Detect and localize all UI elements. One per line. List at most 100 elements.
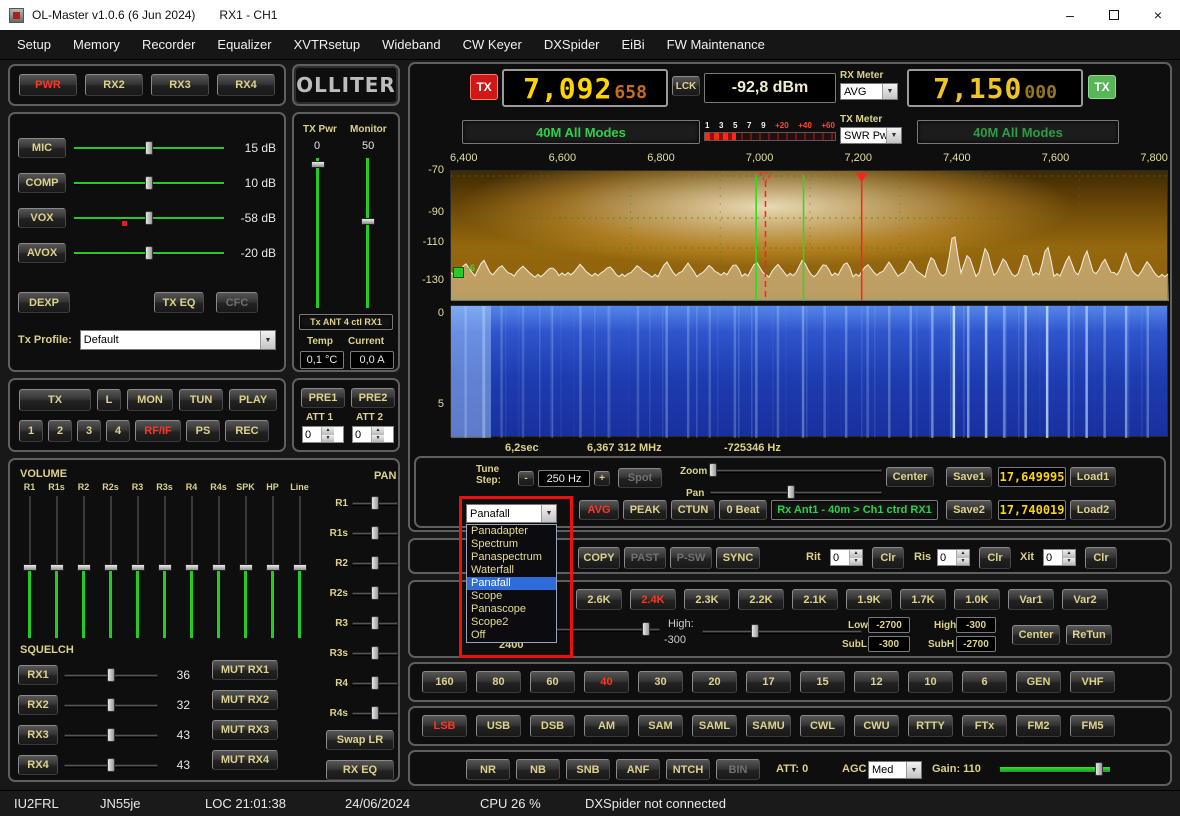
- filter-width-button[interactable]: Var1: [1008, 589, 1054, 610]
- tx-profile-combo[interactable]: Default: [80, 330, 276, 350]
- filter-width-button[interactable]: Var2: [1062, 589, 1108, 610]
- save1-button[interactable]: Save1: [946, 467, 992, 487]
- dsp-button[interactable]: NB: [516, 759, 560, 780]
- pan-slider[interactable]: [352, 586, 398, 600]
- filter-width-button[interactable]: 2.6K: [576, 589, 622, 610]
- mode-button[interactable]: CWU: [854, 715, 899, 737]
- squelch-slider[interactable]: [64, 698, 158, 712]
- slider-thumb[interactable]: [77, 564, 91, 571]
- preamp-button[interactable]: PRE1: [301, 388, 345, 408]
- chevron-down-icon[interactable]: [906, 762, 921, 778]
- slider-thumb[interactable]: [266, 564, 280, 571]
- filter-width-button[interactable]: 2.3K: [684, 589, 730, 610]
- slider-thumb[interactable]: [751, 624, 759, 638]
- transmit-control-button[interactable]: TUN: [179, 389, 223, 411]
- transmit-control-button[interactable]: REC: [225, 420, 269, 442]
- audio-level-slider[interactable]: [74, 176, 224, 190]
- mode-button[interactable]: FM2: [1016, 715, 1061, 737]
- slider-thumb[interactable]: [787, 485, 795, 499]
- chevron-down-icon[interactable]: [882, 84, 897, 99]
- panadapter-spectrum[interactable]: -6: [450, 170, 1168, 300]
- display-mode-option[interactable]: Panafall: [467, 577, 556, 590]
- band-button[interactable]: VHF: [1070, 671, 1115, 693]
- mute-rx-button[interactable]: MUT RX4: [212, 750, 278, 770]
- slider-thumb[interactable]: [107, 668, 115, 682]
- pan-slider[interactable]: [352, 676, 398, 690]
- mode-button[interactable]: CWL: [800, 715, 845, 737]
- slider-thumb[interactable]: [185, 564, 199, 571]
- slider-thumb[interactable]: [104, 564, 118, 571]
- filter-width-button[interactable]: 2.1K: [792, 589, 838, 610]
- mode-button[interactable]: DSB: [530, 715, 575, 737]
- close-button[interactable]: ×: [1136, 0, 1180, 30]
- load1-button[interactable]: Load1: [1070, 467, 1116, 487]
- filter-width-button[interactable]: 1.7K: [900, 589, 946, 610]
- tx-eq-button[interactable]: TX EQ: [154, 292, 204, 313]
- mode-button[interactable]: RTTY: [908, 715, 953, 737]
- slider-thumb[interactable]: [131, 564, 145, 571]
- volume-slider[interactable]: [157, 496, 173, 638]
- band-button[interactable]: 17: [746, 671, 791, 693]
- volume-slider[interactable]: [22, 496, 38, 638]
- filter-width-button[interactable]: 2.4K: [630, 589, 676, 610]
- paste-button[interactable]: PAST: [624, 547, 666, 569]
- att2-spinner[interactable]: 0: [352, 426, 394, 443]
- squelch-rx-button[interactable]: RX3: [18, 725, 58, 745]
- band-button[interactable]: 160: [422, 671, 467, 693]
- slider-thumb[interactable]: [145, 176, 153, 190]
- volume-slider[interactable]: [49, 496, 65, 638]
- slider-thumb[interactable]: [50, 564, 64, 571]
- receiver-button[interactable]: RX4: [217, 74, 275, 96]
- slider-thumb[interactable]: [371, 706, 379, 720]
- filter-width-button[interactable]: 1.0K: [954, 589, 1000, 610]
- band-button[interactable]: GEN: [1016, 671, 1061, 693]
- band-button[interactable]: 60: [530, 671, 575, 693]
- slider-thumb[interactable]: [145, 211, 153, 225]
- display-mode-option[interactable]: Off: [467, 629, 556, 642]
- mode-button[interactable]: SAML: [692, 715, 737, 737]
- tune-step-increase-button[interactable]: +: [594, 471, 610, 486]
- sync-button[interactable]: SYNC: [716, 547, 760, 569]
- save2-button[interactable]: Save2: [946, 500, 992, 520]
- rx-meter-mode-combo[interactable]: AVG: [840, 83, 898, 100]
- spectrum-marker[interactable]: [453, 267, 464, 278]
- mode-button[interactable]: LSB: [422, 715, 467, 737]
- volume-slider[interactable]: [265, 496, 281, 638]
- vfo-b-frequency-display[interactable]: 7,150 000: [907, 69, 1083, 107]
- rx-eq-button[interactable]: RX EQ: [326, 760, 394, 780]
- att1-spinner[interactable]: 0: [302, 426, 344, 443]
- filter-width-button[interactable]: 1.9K: [846, 589, 892, 610]
- swap-lr-button[interactable]: Swap LR: [326, 730, 394, 750]
- slider-thumb[interactable]: [709, 463, 717, 477]
- menu-item[interactable]: Setup: [6, 32, 62, 57]
- rit-spinner[interactable]: 0: [830, 549, 863, 566]
- mute-rx-button[interactable]: MUT RX1: [212, 660, 278, 680]
- squelch-slider[interactable]: [64, 728, 158, 742]
- gain-slider[interactable]: [1000, 762, 1110, 776]
- transmit-control-button[interactable]: 2: [48, 420, 72, 442]
- dsp-button[interactable]: SNB: [566, 759, 610, 780]
- load2-button[interactable]: Load2: [1070, 500, 1116, 520]
- squelch-rx-button[interactable]: RX4: [18, 755, 58, 775]
- peak-button[interactable]: PEAK: [623, 500, 667, 520]
- mute-rx-button[interactable]: MUT RX3: [212, 720, 278, 740]
- volume-slider[interactable]: [130, 496, 146, 638]
- band-button[interactable]: 20: [692, 671, 737, 693]
- maximize-button[interactable]: [1092, 0, 1136, 30]
- avg-button[interactable]: AVG: [579, 500, 619, 520]
- pan-slider[interactable]: [352, 616, 398, 630]
- receiver-button[interactable]: PWR: [19, 74, 77, 96]
- pan-slider[interactable]: [352, 706, 398, 720]
- display-mode-option[interactable]: Scope: [467, 590, 556, 603]
- volume-slider[interactable]: [211, 496, 227, 638]
- pan-slider[interactable]: [352, 496, 398, 510]
- slider-thumb[interactable]: [1095, 762, 1103, 776]
- receiver-button[interactable]: RX2: [85, 74, 143, 96]
- menu-item[interactable]: CW Keyer: [452, 32, 533, 57]
- chevron-down-icon[interactable]: [886, 128, 901, 143]
- dsp-button[interactable]: NTCH: [666, 759, 710, 780]
- xit-clear-button[interactable]: Clr: [1085, 547, 1117, 569]
- audio-source-button[interactable]: VOX: [18, 208, 66, 228]
- slider-thumb[interactable]: [107, 758, 115, 772]
- volume-slider[interactable]: [238, 496, 254, 638]
